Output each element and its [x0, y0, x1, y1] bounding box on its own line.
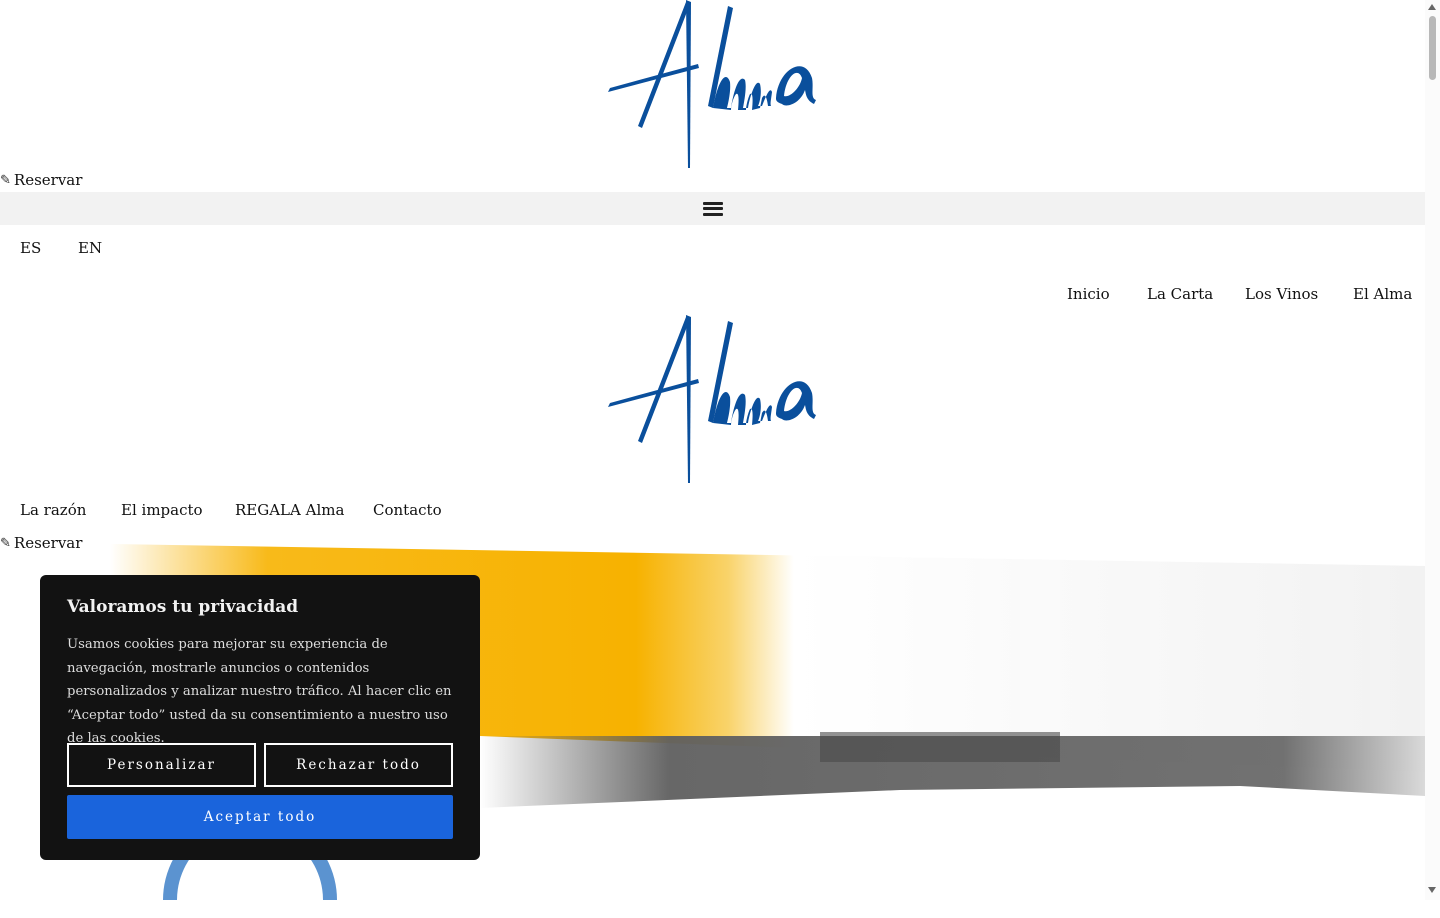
page-scrollbar[interactable] [1425, 0, 1440, 900]
reserve-label: Reservar [13, 171, 83, 189]
cookie-title: Valoramos tu privacidad [67, 597, 299, 617]
reject-all-button[interactable]: Rechazar todo [264, 743, 453, 787]
reserve-icon: ✎ [0, 172, 11, 188]
reserve-link-bottom[interactable]: ✎ Reservar [0, 534, 82, 552]
reserve-icon: ✎ [0, 535, 11, 551]
scroll-down-icon[interactable] [1428, 887, 1436, 893]
logo-main[interactable] [600, 315, 824, 487]
cookie-consent-dialog: Valoramos tu privacidad Usamos cookies p… [40, 575, 480, 860]
scroll-up-icon[interactable] [1428, 4, 1436, 10]
customize-button[interactable]: Personalizar [67, 743, 256, 787]
lang-en[interactable]: EN [78, 239, 102, 257]
cookie-body: Usamos cookies para mejorar su experienc… [67, 637, 452, 746]
lang-es[interactable]: ES [20, 239, 41, 257]
nav-los-vinos[interactable]: Los Vinos [1245, 285, 1318, 303]
scroll-thumb[interactable] [1429, 16, 1436, 80]
nav-regala-alma[interactable]: REGALA Alma [235, 501, 344, 519]
alma-logo-icon [608, 0, 816, 168]
hamburger-menu-icon[interactable] [702, 201, 723, 216]
accept-all-button[interactable]: Aceptar todo [67, 795, 453, 839]
menu-bar [0, 192, 1425, 225]
logo-top[interactable] [600, 0, 824, 172]
nav-contacto[interactable]: Contacto [373, 501, 442, 519]
alma-logo-icon [608, 315, 816, 483]
cookie-button-row: Personalizar Rechazar todo [67, 743, 453, 787]
nav-la-razon[interactable]: La razón [20, 501, 86, 519]
nav-el-impacto[interactable]: El impacto [121, 501, 203, 519]
reserve-link-top[interactable]: ✎ Reservar [0, 171, 82, 189]
nav-el-alma[interactable]: El Alma [1353, 285, 1412, 303]
nav-inicio[interactable]: Inicio [1067, 285, 1110, 303]
nav-la-carta[interactable]: La Carta [1147, 285, 1213, 303]
reserve-label: Reservar [13, 534, 83, 552]
decorative-ring [162, 813, 338, 918]
